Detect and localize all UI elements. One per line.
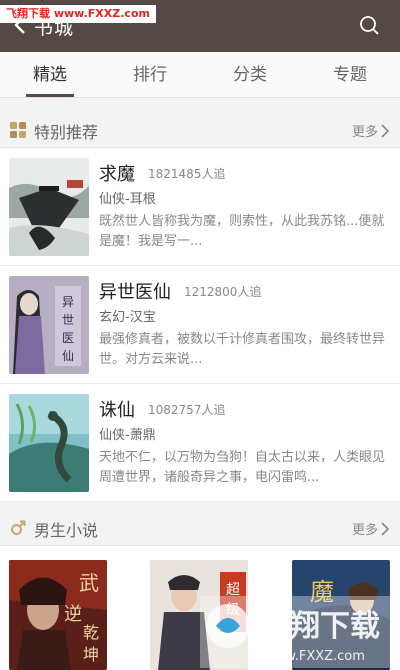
chevron-right-icon bbox=[381, 123, 390, 138]
tab-ranking[interactable]: 排行 bbox=[100, 52, 200, 97]
book-description: 天地不仁，以万物为刍狗！自太古以来，人类眼见周遭世界，诸般奇异之事，电闪雷鸣..… bbox=[99, 450, 386, 485]
search-icon[interactable] bbox=[358, 14, 380, 36]
more-label: 更多 bbox=[351, 125, 378, 140]
book-item[interactable]: 诛仙 1082757人追 仙侠-萧鼎 天地不仁，以万物为刍狗！自太古以来，人类眼… bbox=[0, 384, 400, 502]
grid-icon bbox=[10, 122, 26, 138]
book-title: 求魔 bbox=[99, 164, 135, 185]
tab-category[interactable]: 分类 bbox=[200, 52, 300, 97]
featured-section-header: 特别推荐 更多 bbox=[0, 112, 400, 148]
svg-text:仙: 仙 bbox=[62, 349, 74, 363]
svg-text:逆: 逆 bbox=[64, 604, 82, 625]
book-cover: 异 世 医 仙 bbox=[9, 276, 89, 374]
section-title: 特别推荐 bbox=[34, 123, 99, 142]
male-icon bbox=[11, 520, 26, 535]
book-category-author: 仙侠-耳根 bbox=[99, 192, 156, 207]
book-category-author: 玄幻-汉宝 bbox=[99, 310, 156, 325]
book-description: 既然世人皆称我为魔，则索性，从此我苏铭...便就是魔！我是写一... bbox=[99, 214, 385, 249]
svg-text:飞翔下载: 飞翔下载 bbox=[260, 609, 380, 644]
chevron-right-icon bbox=[381, 521, 390, 536]
svg-text:坤: 坤 bbox=[83, 645, 99, 664]
more-link[interactable]: 更多 bbox=[352, 121, 390, 140]
tab-featured[interactable]: 精选 bbox=[0, 52, 100, 97]
svg-text:医: 医 bbox=[62, 331, 74, 345]
book-cover bbox=[9, 158, 89, 256]
svg-text:乾: 乾 bbox=[83, 623, 99, 642]
tab-topic[interactable]: 专题 bbox=[300, 52, 400, 97]
svg-text:www.FXXZ.com: www.FXXZ.com bbox=[264, 649, 365, 664]
book-item[interactable]: 求魔 1821485人追 仙侠-耳根 既然世人皆称我为魔，则索性，从此我苏铭..… bbox=[0, 148, 400, 266]
book-category-author: 仙侠-萧鼎 bbox=[99, 428, 156, 443]
svg-text:世: 世 bbox=[62, 313, 74, 327]
svg-text:武: 武 bbox=[79, 571, 99, 595]
watermark-text: 飞翔下载 www.FXXZ.com bbox=[0, 5, 156, 23]
more-label: 更多 bbox=[351, 523, 378, 538]
book-cover[interactable]: 武 逆 乾 坤 bbox=[9, 560, 107, 670]
book-item[interactable]: 异 世 医 仙 异世医仙 1212800人追 玄幻-汉宝 最强修真者，被数以千计… bbox=[0, 266, 400, 384]
tab-bar: 精选 排行 分类 专题 bbox=[0, 52, 400, 98]
book-title: 异世医仙 bbox=[99, 282, 171, 303]
book-title: 诛仙 bbox=[99, 400, 135, 421]
male-section-header: 男生小说 更多 bbox=[0, 510, 400, 546]
top-bar: 书城 飞翔下载 www.FXXZ.com bbox=[0, 0, 400, 52]
book-follow-count: 1212800人追 bbox=[184, 285, 262, 299]
book-description: 最强修真者，被数以千计修真者围攻，最终转世异世。对方云来说... bbox=[99, 332, 386, 367]
svg-text:异: 异 bbox=[62, 295, 74, 309]
book-follow-count: 1082757人追 bbox=[148, 403, 226, 417]
featured-book-list: 求魔 1821485人追 仙侠-耳根 既然世人皆称我为魔，则索性，从此我苏铭..… bbox=[0, 148, 400, 502]
section-title: 男生小说 bbox=[34, 521, 99, 540]
watermark-logo: 飞翔下载 www.FXXZ.com bbox=[200, 596, 398, 668]
book-follow-count: 1821485人追 bbox=[148, 167, 226, 181]
book-cover bbox=[9, 394, 89, 492]
more-link[interactable]: 更多 bbox=[352, 519, 390, 538]
